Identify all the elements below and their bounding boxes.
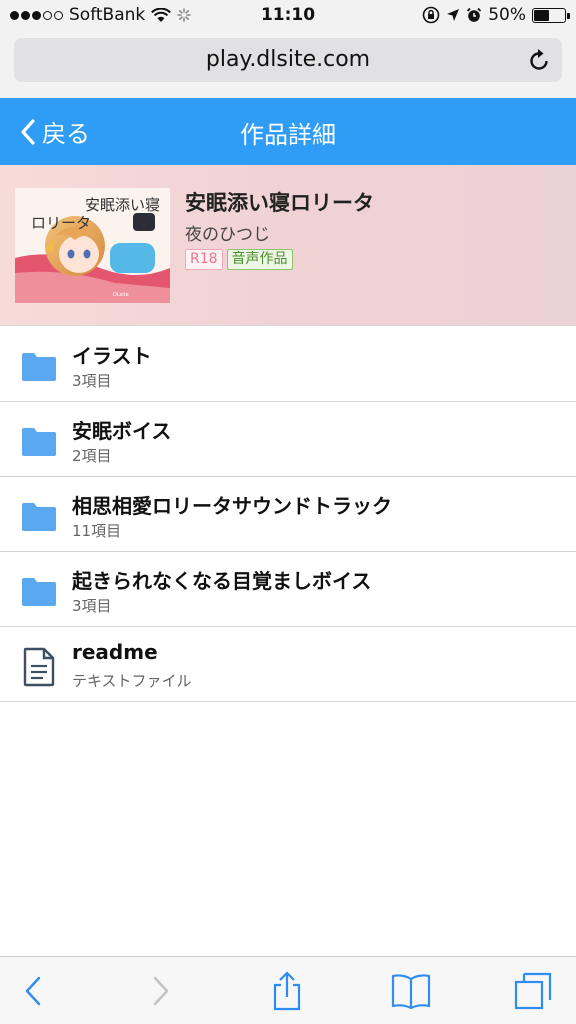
thumbnail-title-line2: ロリータ <box>31 214 92 232</box>
book-icon <box>391 974 431 1009</box>
work-thumbnail[interactable]: DLsite 安眠添い寝 ロリータ <box>15 188 170 303</box>
thumbnail-title-line1: 安眠添い寝 <box>85 196 161 214</box>
item-type: テキストファイル <box>72 672 192 690</box>
work-author: 夜のひつじ <box>185 225 270 245</box>
battery-percent: 50% <box>488 5 526 25</box>
folder-icon <box>22 353 56 381</box>
item-count: 11項目 <box>72 522 122 540</box>
browser-back-button[interactable] <box>13 971 53 1011</box>
tabs-icon <box>514 972 552 1010</box>
tabs-button[interactable] <box>513 971 553 1011</box>
browser-forward-button[interactable] <box>141 971 181 1011</box>
status-bar: SoftBank 11:10 50% <box>0 0 576 32</box>
address-bar[interactable]: play.dlsite.com <box>14 38 562 82</box>
browser-toolbar <box>0 956 576 1024</box>
work-tags: R18 音声作品 <box>185 249 293 270</box>
category-badge: 音声作品 <box>226 249 293 270</box>
file-list: イラスト 3項目 安眠ボイス 2項目 相思相愛ロリータサウンドトラック 11項目… <box>0 327 576 702</box>
work-info-panel: DLsite 安眠添い寝 ロリータ 安眠添い寝ロリータ 夜のひつじ R18 音声… <box>0 165 576 326</box>
folder-icon <box>22 578 56 606</box>
item-name: イラスト <box>72 344 152 368</box>
bookmarks-button[interactable] <box>391 971 431 1011</box>
list-item[interactable]: 安眠ボイス 2項目 <box>0 402 576 477</box>
item-name: readme <box>72 640 158 664</box>
work-title: 安眠添い寝ロリータ <box>185 191 374 215</box>
item-count: 2項目 <box>72 447 112 465</box>
share-button[interactable] <box>267 971 307 1011</box>
chevron-right-icon <box>153 976 169 1006</box>
document-icon <box>23 647 55 687</box>
page-title: 作品詳細 <box>240 121 336 149</box>
location-arrow-icon <box>447 9 460 21</box>
list-item[interactable]: イラスト 3項目 <box>0 327 576 402</box>
share-icon <box>273 971 301 1011</box>
rotation-lock-icon <box>422 6 440 24</box>
rating-badge: R18 <box>185 249 223 270</box>
list-item[interactable]: readme テキストファイル <box>0 627 576 702</box>
browser-address-area: play.dlsite.com <box>0 32 576 98</box>
list-item[interactable]: 相思相愛ロリータサウンドトラック 11項目 <box>0 477 576 552</box>
nav-header: 戻る 作品詳細 <box>0 98 576 165</box>
battery-icon <box>532 7 570 23</box>
list-item[interactable]: 起きられなくなる目覚ましボイス 3項目 <box>0 552 576 627</box>
chevron-left-icon <box>25 976 41 1006</box>
reload-icon[interactable] <box>526 47 552 73</box>
alarm-icon <box>467 7 482 22</box>
item-count: 3項目 <box>72 372 112 390</box>
item-name: 相思相愛ロリータサウンドトラック <box>72 494 392 518</box>
item-name: 起きられなくなる目覚ましボイス <box>72 569 372 593</box>
url-text: play.dlsite.com <box>205 47 371 72</box>
item-count: 3項目 <box>72 597 112 615</box>
folder-icon <box>22 503 56 531</box>
folder-icon <box>22 428 56 456</box>
item-name: 安眠ボイス <box>72 419 172 443</box>
svg-text:DLsite: DLsite <box>113 292 129 298</box>
